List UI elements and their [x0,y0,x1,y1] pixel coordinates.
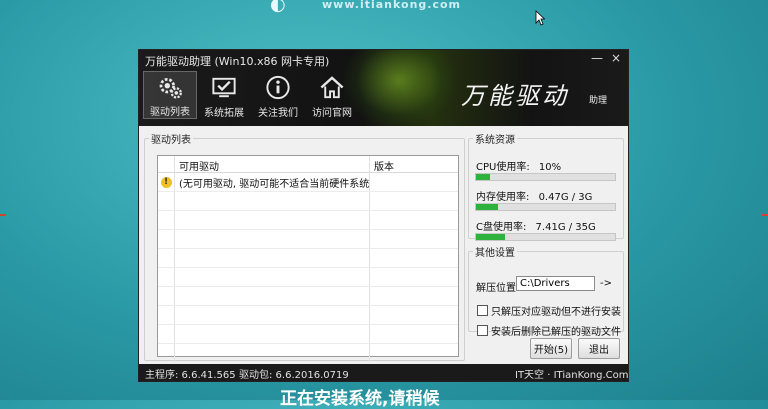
row-driver-version [370,173,458,191]
tab-follow-us[interactable]: 关注我们 [251,71,305,119]
cpu-usage-value: 10% [538,162,562,173]
warning-icon: ! [160,176,172,188]
row-status-cell: ! [158,173,175,191]
table-row-empty [158,325,458,344]
system-resources-legend: 系统资源 [475,135,515,146]
tab-system-extension[interactable]: 系统拓展 [197,71,251,119]
monitor-check-icon [212,77,236,98]
start-button[interactable]: 开始(5) [530,338,572,359]
tab-follow-us-label: 关注我们 [258,108,298,119]
tab-official-site[interactable]: 访问官网 [305,71,359,119]
row-driver-name: (无可用驱动, 驱动可能不适合当前硬件系统) [175,173,370,191]
cpu-usage-bar [475,173,616,181]
tab-official-site-label: 访问官网 [312,108,352,119]
column-available-driver[interactable]: 可用驱动 [175,156,370,173]
cpu-usage-row: CPU使用率: 10% [476,158,561,173]
installing-status-text: 正在安装系统,请稍候 [280,389,440,409]
table-row-empty [158,344,458,362]
other-settings-group: 其他设置 解压位置 -> 只解压对应驱动但不进行安装 安装后删除已解压的驱动文件 [468,244,624,338]
cpu-usage-label: CPU使用率: [476,162,530,173]
close-button[interactable]: × [609,51,623,65]
other-settings-legend: 其他设置 [475,248,515,259]
table-row-empty [158,287,458,306]
tab-driver-list-label: 驱动列表 [150,107,190,118]
browse-path-button[interactable]: -> [600,278,612,289]
system-resources-group: 系统资源 CPU使用率: 10% 内存使用率: 0.47G / 3G C盘使用率… [468,131,624,241]
exit-button[interactable]: 退出 [578,338,620,359]
disk-usage-fill [476,234,506,240]
memory-usage-bar [475,203,616,211]
extract-path-label: 解压位置 [476,283,516,294]
disk-usage-row: C盘使用率: 7.41G / 35G [476,218,596,233]
extract-only-label: 只解压对应驱动但不进行安装 [491,307,621,318]
memory-usage-label: 内存使用率: [476,192,530,203]
driver-assistant-window: 万能驱动助理 (Win10.x86 网卡专用) — × 驱动列表 系统拓展 关注… [139,50,628,381]
tab-system-extension-label: 系统拓展 [204,108,244,119]
delete-after-install-label: 安装后删除已解压的驱动文件 [491,327,621,338]
screen-edge-marker-right [762,214,768,216]
extract-only-checkbox-box[interactable] [477,305,488,316]
disk-usage-bar [475,233,616,241]
disk-usage-label: C盘使用率: [476,222,527,233]
memory-usage-fill [476,204,498,210]
table-row-empty [158,268,458,287]
screen-edge-marker-left [0,214,6,216]
home-icon [320,76,344,99]
table-row-empty [158,306,458,325]
table-row-empty [158,211,458,230]
window-body: 驱动列表 可用驱动 版本 ! (无可用驱动, 驱动可能不适合当前硬件系统) 系统… [139,126,628,364]
disk-usage-value: 7.41G / 35G [535,222,596,233]
table-row-empty [158,192,458,211]
driver-table[interactable]: 可用驱动 版本 ! (无可用驱动, 驱动可能不适合当前硬件系统) [157,155,459,362]
logo-mark-icon: ◐ [270,0,286,15]
status-bar: 主程序: 6.6.41.565 驱动包: 6.6.2016.0719 IT天空 … [139,364,628,381]
driver-table-header: 可用驱动 版本 [158,156,458,173]
desktop-logo-url: www.itiankong.com [322,0,462,11]
table-row-empty [158,230,458,249]
extract-path-input[interactable] [516,276,595,291]
extract-only-checkbox[interactable]: 只解压对应驱动但不进行安装 [477,303,621,318]
delete-after-install-checkbox[interactable]: 安装后删除已解压的驱动文件 [477,323,621,338]
memory-usage-row: 内存使用率: 0.47G / 3G [476,188,592,203]
header-glow-decoration [344,50,454,126]
column-version[interactable]: 版本 [370,156,398,173]
tab-driver-list[interactable]: 驱动列表 [143,71,197,119]
minimize-button[interactable]: — [590,51,604,65]
brand-calligraphy: 万能驱动 [461,82,569,110]
table-row[interactable]: ! (无可用驱动, 驱动可能不适合当前硬件系统) [158,173,458,192]
cpu-usage-fill [476,174,490,180]
memory-usage-value: 0.47G / 3G [538,192,593,203]
brand-subtitle: 助理 [589,96,608,106]
main-program-version: 主程序: 6.6.41.565 [145,370,236,381]
desktop-logo: ◐ www.itiankong.com [270,0,460,15]
driver-list-legend: 驱动列表 [151,135,191,146]
checkbox-column-header [158,156,175,172]
main-toolbar: 驱动列表 系统拓展 关注我们 访问官网 [143,71,359,119]
table-row-empty [158,249,458,268]
driver-package-version: 驱动包: 6.6.2016.0719 [239,370,349,381]
info-icon [266,75,290,100]
gears-icon [159,78,182,99]
window-header: 万能驱动助理 (Win10.x86 网卡专用) — × 驱动列表 系统拓展 关注… [139,50,628,126]
delete-after-install-checkbox-box[interactable] [477,325,488,336]
site-link[interactable]: IT天空 · ITianKong.Com [515,366,628,381]
window-title: 万能驱动助理 (Win10.x86 网卡专用) [145,55,330,68]
